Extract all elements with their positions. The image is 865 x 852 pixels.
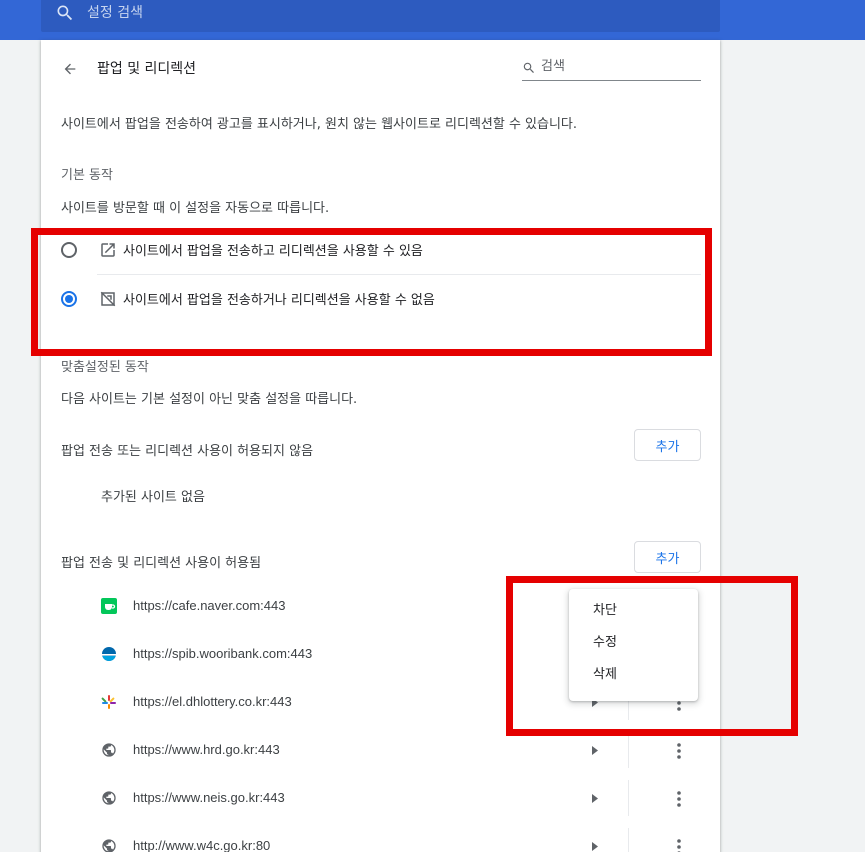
back-button[interactable] — [59, 58, 81, 80]
no-sites-note: 추가된 사이트 없음 — [101, 490, 205, 505]
arrow-right-icon[interactable] — [591, 842, 599, 851]
more-vert-icon[interactable] — [669, 790, 689, 808]
site-url: https://el.dhlottery.co.kr:443 — [133, 694, 292, 709]
back-arrow-icon — [64, 63, 76, 75]
add-allowed-site-button[interactable]: 추가 — [634, 541, 701, 573]
site-url: https://spib.wooribank.com:443 — [133, 646, 313, 661]
page-title: 팝업 및 리디렉션 — [97, 61, 197, 77]
page-description: 사이트에서 팝업을 전송하여 광고를 표시하거나, 원치 않는 웹사이트로 리디… — [61, 117, 578, 132]
default-behavior-subheading: 사이트를 방문할 때 이 설정을 자동으로 따릅니다. — [61, 201, 330, 216]
globe-icon — [102, 791, 116, 805]
default-behavior-heading: 기본 동작 — [61, 168, 113, 183]
add-blocked-site-button[interactable]: 추가 — [634, 429, 701, 461]
blocked-section-label: 팝업 전송 또는 리디렉션 사용이 허용되지 않음 — [61, 444, 314, 459]
settings-search-placeholder: 설정 검색 — [87, 5, 143, 21]
site-url: https://www.neis.go.kr:443 — [133, 790, 285, 805]
highlight-box-default-behavior — [31, 228, 712, 356]
highlight-box-context-menu — [506, 576, 798, 736]
site-row[interactable]: http://www.w4c.go.kr:80 — [101, 828, 720, 852]
naver-cafe-icon — [101, 598, 117, 614]
row-separator — [628, 828, 629, 852]
settings-search-box[interactable]: 설정 검색 — [41, 0, 720, 32]
globe-icon — [102, 839, 116, 852]
dhlottery-icon — [101, 695, 116, 709]
wooribank-icon — [102, 647, 116, 661]
page-search-field[interactable]: 검색 — [522, 58, 701, 81]
arrow-right-icon[interactable] — [591, 746, 599, 755]
more-vert-icon[interactable] — [669, 742, 689, 760]
row-separator — [628, 780, 629, 816]
row-separator — [628, 732, 629, 768]
more-vert-icon[interactable] — [669, 838, 689, 852]
allowed-section-label: 팝업 전송 및 리디렉션 사용이 허용됨 — [61, 556, 262, 571]
custom-behavior-heading: 맞춤설정된 동작 — [61, 360, 149, 375]
site-url: https://cafe.naver.com:443 — [133, 598, 286, 613]
site-url: https://www.hrd.go.kr:443 — [133, 742, 280, 757]
globe-icon — [102, 743, 116, 757]
page-search-placeholder: 검색 — [541, 59, 565, 74]
search-icon — [523, 62, 534, 73]
custom-behavior-subheading: 다음 사이트는 기본 설정이 아닌 맞춤 설정을 따릅니다. — [61, 392, 358, 407]
arrow-right-icon[interactable] — [591, 794, 599, 803]
search-icon — [57, 5, 73, 21]
site-url: http://www.w4c.go.kr:80 — [133, 838, 271, 852]
